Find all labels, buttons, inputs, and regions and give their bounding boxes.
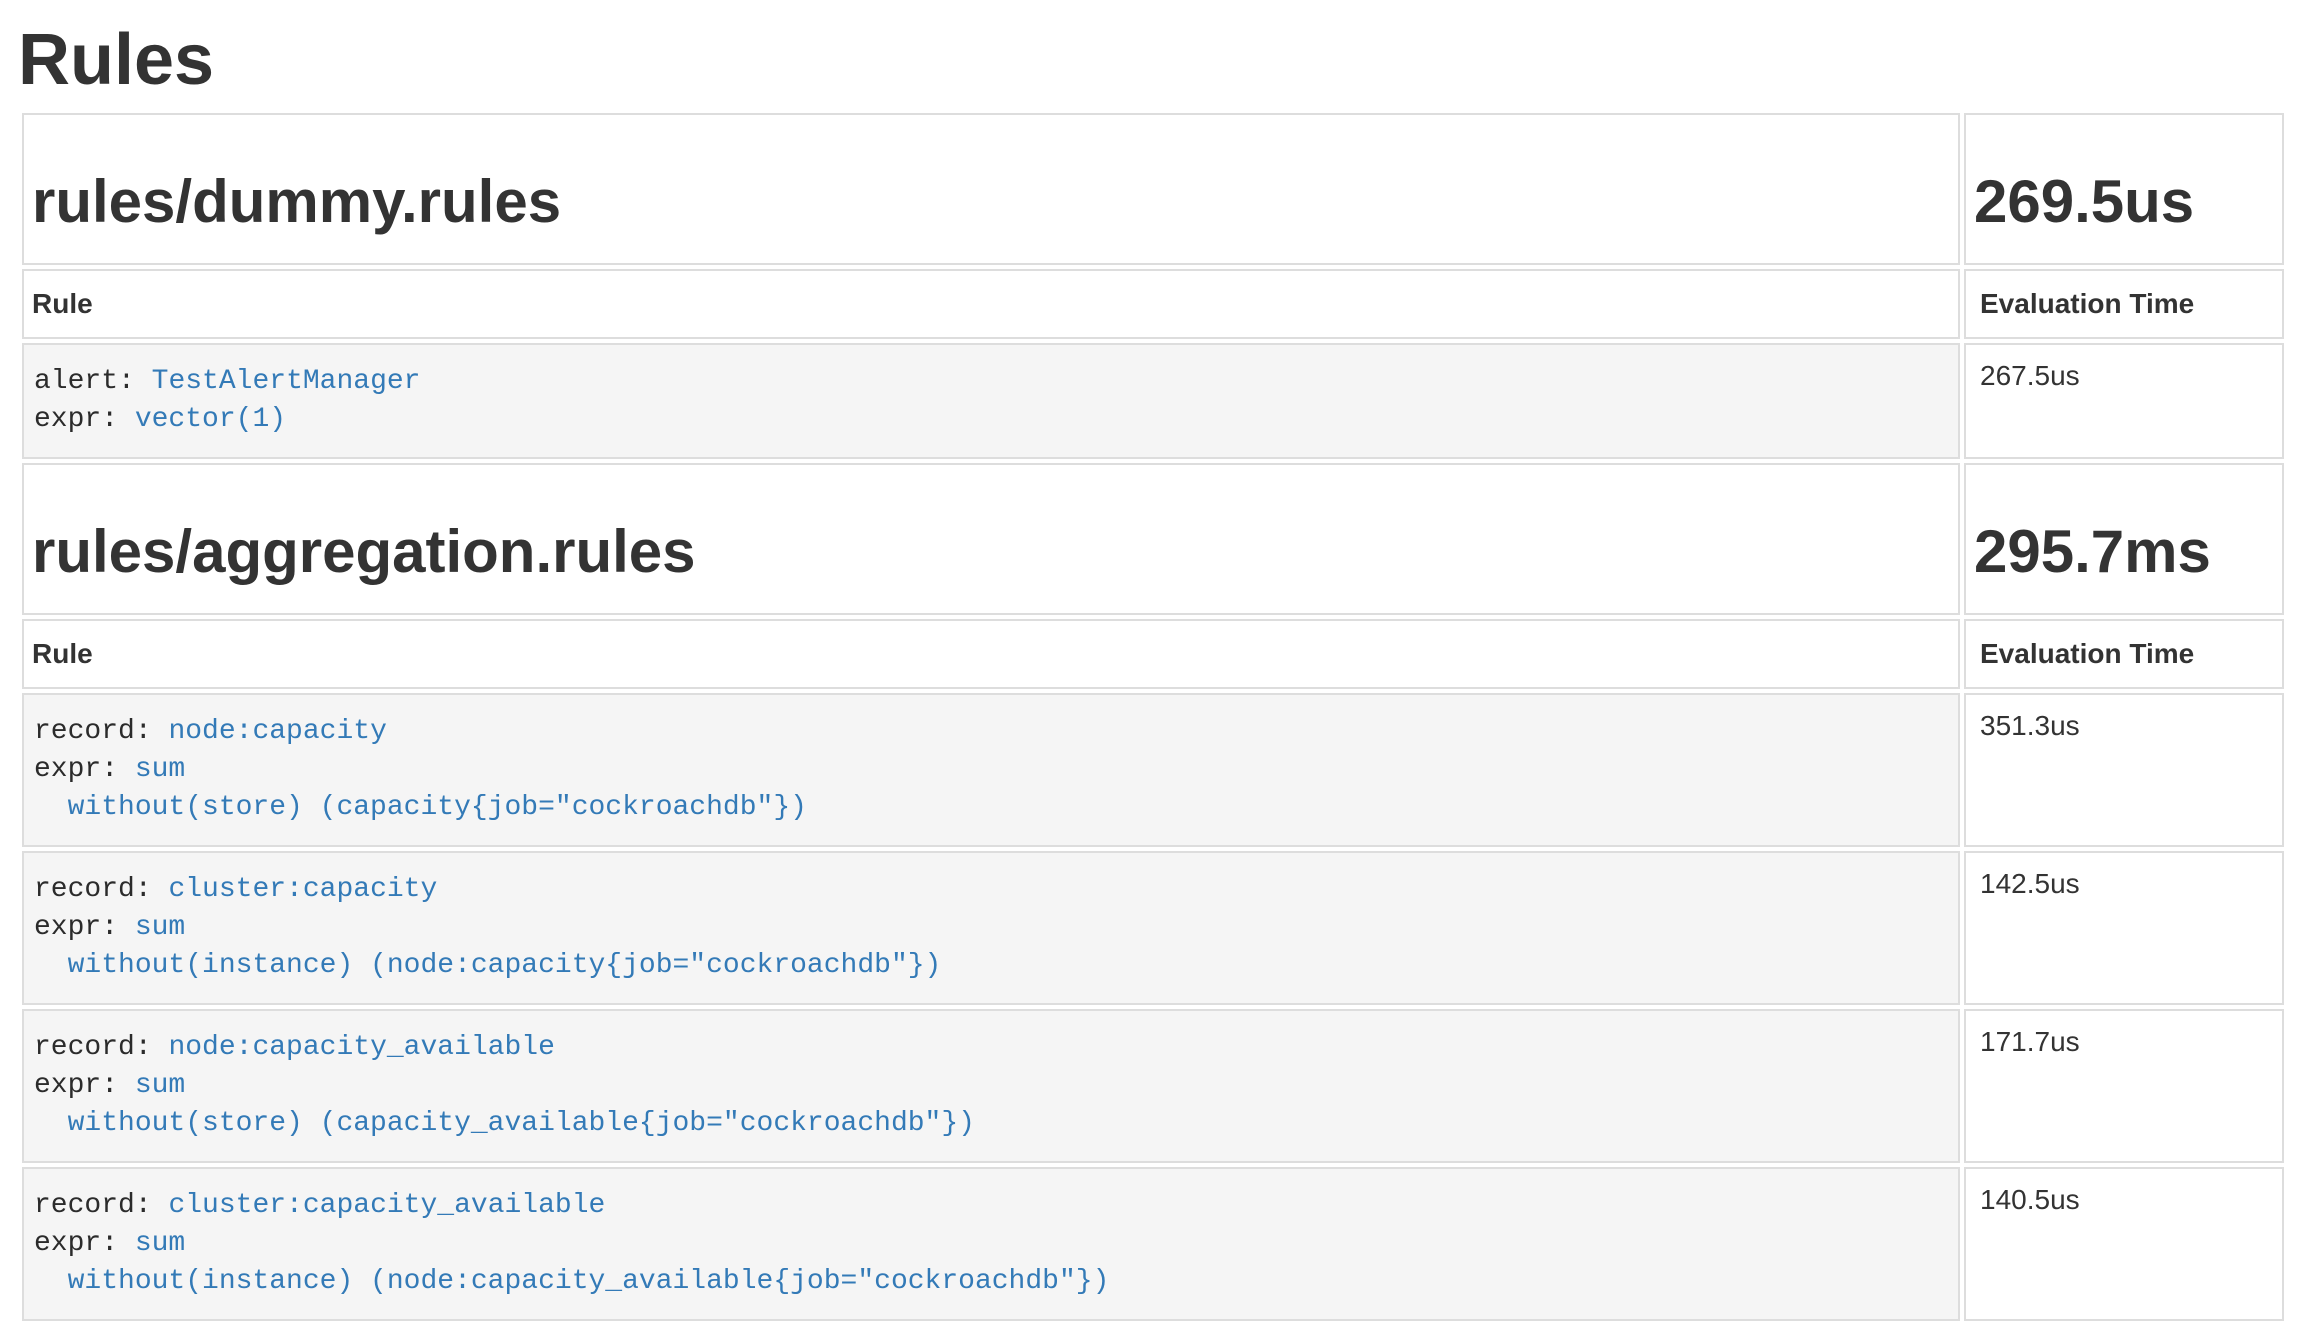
rule-eval-time: 267.5us <box>1964 343 2284 459</box>
rule-eval-time: 351.3us <box>1964 693 2284 847</box>
rules-table-body: rules/dummy.rules269.5usRuleEvaluation T… <box>22 113 2284 1321</box>
rule-code-keyword: record: <box>34 716 152 747</box>
rule-eval-time: 140.5us <box>1964 1167 2284 1321</box>
page-title: Rules <box>18 20 2298 100</box>
group-file-cell: rules/dummy.rules <box>22 113 1960 265</box>
rule-code-link[interactable]: without(store) (capacity{job="cockroachd… <box>34 792 807 823</box>
rule-cell: record: node:capacity expr: sum without(… <box>22 693 1960 847</box>
rule-code: record: node:capacity_available expr: su… <box>24 1011 1958 1161</box>
rule-code-link[interactable]: vector(1) <box>135 404 286 435</box>
group-eval-time: 295.7ms <box>1974 519 2274 585</box>
rule-cell: record: cluster:capacity_available expr:… <box>22 1167 1960 1321</box>
rule-code-link[interactable]: without(instance) (node:capacity_availab… <box>34 1266 1109 1297</box>
rule-code-link[interactable]: TestAlertManager <box>152 366 421 397</box>
rule-code-keyword: record: <box>34 874 152 905</box>
rule-code-link[interactable]: node:capacity_available <box>168 1032 554 1063</box>
rule-code-link[interactable]: sum <box>135 1228 185 1259</box>
rule-code: record: node:capacity expr: sum without(… <box>24 695 1958 845</box>
group-eval-time: 269.5us <box>1974 169 2274 235</box>
rule-code-link[interactable]: sum <box>135 1070 185 1101</box>
rule-code-link[interactable]: without(instance) (node:capacity{job="co… <box>34 950 941 981</box>
rule-code-link[interactable]: without(store) (capacity_available{job="… <box>34 1108 975 1139</box>
group-file-heading: rules/aggregation.rules <box>32 519 1950 585</box>
rule-code: alert: TestAlertManager expr: vector(1) <box>24 345 1958 457</box>
rule-column-header: Rule <box>22 269 1960 339</box>
eval-column-header: Evaluation Time <box>1964 619 2284 689</box>
rule-row: record: node:capacity expr: sum without(… <box>22 693 2284 847</box>
rule-code-keyword: record: <box>34 1190 152 1221</box>
rule-cell: record: cluster:capacity expr: sum witho… <box>22 851 1960 1005</box>
rule-row: record: node:capacity_available expr: su… <box>22 1009 2284 1163</box>
eval-column-header: Evaluation Time <box>1964 269 2284 339</box>
rule-eval-time: 142.5us <box>1964 851 2284 1005</box>
rule-code-keyword: alert: <box>34 366 135 397</box>
rule-code-keyword: expr: <box>34 754 118 785</box>
rule-row: alert: TestAlertManager expr: vector(1)2… <box>22 343 2284 459</box>
rule-row: record: cluster:capacity expr: sum witho… <box>22 851 2284 1005</box>
group-header-row: rules/aggregation.rules 295.7ms <box>22 463 2284 615</box>
rule-cell: record: node:capacity_available expr: su… <box>22 1009 1960 1163</box>
rule-code-link[interactable]: node:capacity <box>168 716 386 747</box>
rule-code-link[interactable]: sum <box>135 754 185 785</box>
group-file-heading: rules/dummy.rules <box>32 169 1950 235</box>
rule-code-link[interactable]: sum <box>135 912 185 943</box>
rule-code-keyword: expr: <box>34 1228 118 1259</box>
rule-eval-time: 171.7us <box>1964 1009 2284 1163</box>
rules-page: Rules rules/dummy.rules269.5usRuleEvalua… <box>0 0 2316 1325</box>
rule-code-link[interactable]: cluster:capacity <box>168 874 437 905</box>
rule-code-link[interactable]: cluster:capacity_available <box>168 1190 605 1221</box>
rule-code-keyword: record: <box>34 1032 152 1063</box>
rule-code-keyword: expr: <box>34 1070 118 1101</box>
rule-code-keyword: expr: <box>34 404 118 435</box>
group-eval-cell: 295.7ms <box>1964 463 2284 615</box>
rule-code-keyword: expr: <box>34 912 118 943</box>
rule-column-header: Rule <box>22 619 1960 689</box>
group-header-row: rules/dummy.rules 269.5us <box>22 113 2284 265</box>
group-eval-cell: 269.5us <box>1964 113 2284 265</box>
rules-table: rules/dummy.rules269.5usRuleEvaluation T… <box>18 109 2288 1325</box>
rule-code: record: cluster:capacity expr: sum witho… <box>24 853 1958 1003</box>
rule-row: record: cluster:capacity_available expr:… <box>22 1167 2284 1321</box>
columns-header-row: RuleEvaluation Time <box>22 269 2284 339</box>
rule-code: record: cluster:capacity_available expr:… <box>24 1169 1958 1319</box>
group-file-cell: rules/aggregation.rules <box>22 463 1960 615</box>
rule-cell: alert: TestAlertManager expr: vector(1) <box>22 343 1960 459</box>
columns-header-row: RuleEvaluation Time <box>22 619 2284 689</box>
